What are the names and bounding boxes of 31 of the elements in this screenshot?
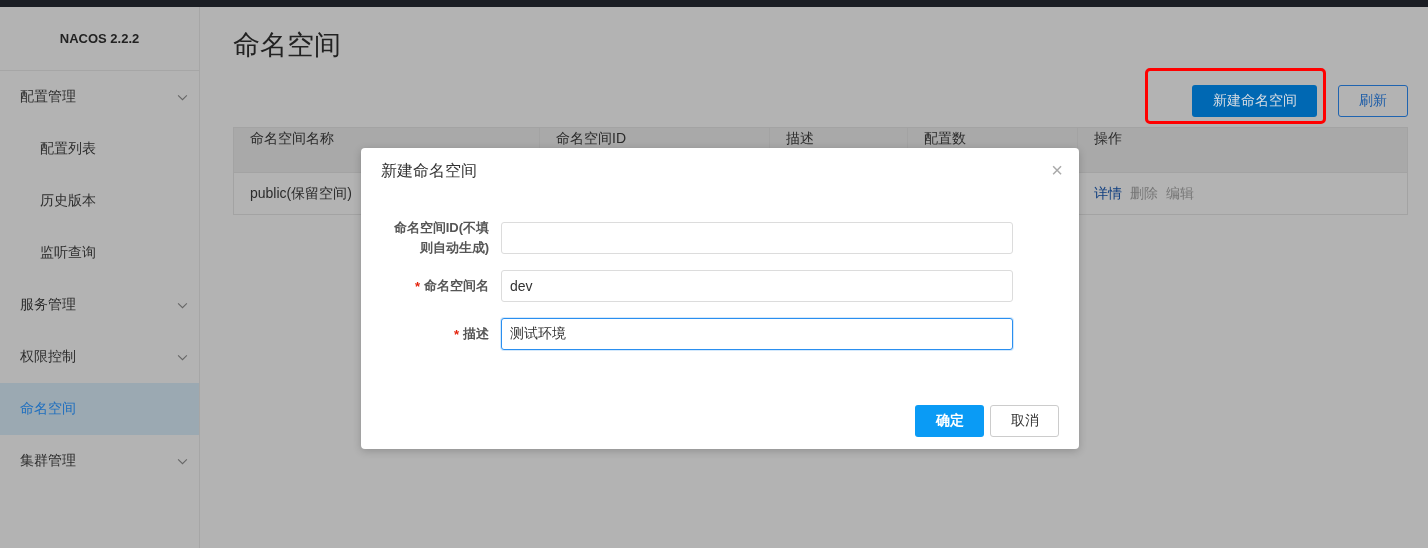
column-header: 描述 [786, 130, 814, 146]
nav-subitem[interactable]: 历史版本 [0, 175, 199, 227]
action-link[interactable]: 详情 [1094, 184, 1122, 203]
chevron-down-icon [177, 457, 188, 465]
nav-item[interactable]: 权限控制 [0, 331, 199, 383]
chevron-down-icon [177, 301, 188, 309]
nav-subitem[interactable]: 监听查询 [0, 227, 199, 279]
column-header: 命名空间ID [556, 130, 626, 146]
page-title: 命名空间 [233, 29, 342, 62]
cancel-button[interactable]: 取消 [990, 405, 1059, 437]
nav-item[interactable]: 配置管理 [0, 71, 199, 123]
field-label: 描述 [463, 325, 489, 343]
column-header: 配置数 [924, 130, 966, 146]
required-mark: * [453, 326, 459, 342]
input-field[interactable]: 测试环境 [501, 318, 1013, 350]
field-label: 命名空间ID(不填则自动生成) [392, 219, 489, 257]
chevron-down-icon [177, 353, 188, 361]
field-label: 命名空间名 [424, 277, 489, 295]
column-header: 命名空间名称 [250, 130, 334, 146]
dialog-title: 新建命名空间 [381, 160, 477, 181]
required-mark: * [414, 278, 420, 294]
input-field[interactable] [501, 222, 1013, 254]
nav-item[interactable]: 集群管理 [0, 435, 199, 487]
logo-text: NACOS 2.2.2 [59, 31, 140, 46]
nav-item[interactable]: 服务管理 [0, 279, 199, 331]
create-button[interactable]: 新建命名空间 [1192, 85, 1317, 117]
table-cell: public(保留空间) [250, 184, 352, 203]
input-field[interactable]: dev [501, 270, 1013, 302]
column-header: 操作 [1094, 130, 1122, 146]
chevron-down-icon [177, 93, 188, 101]
nav-subitem[interactable]: 配置列表 [0, 123, 199, 175]
